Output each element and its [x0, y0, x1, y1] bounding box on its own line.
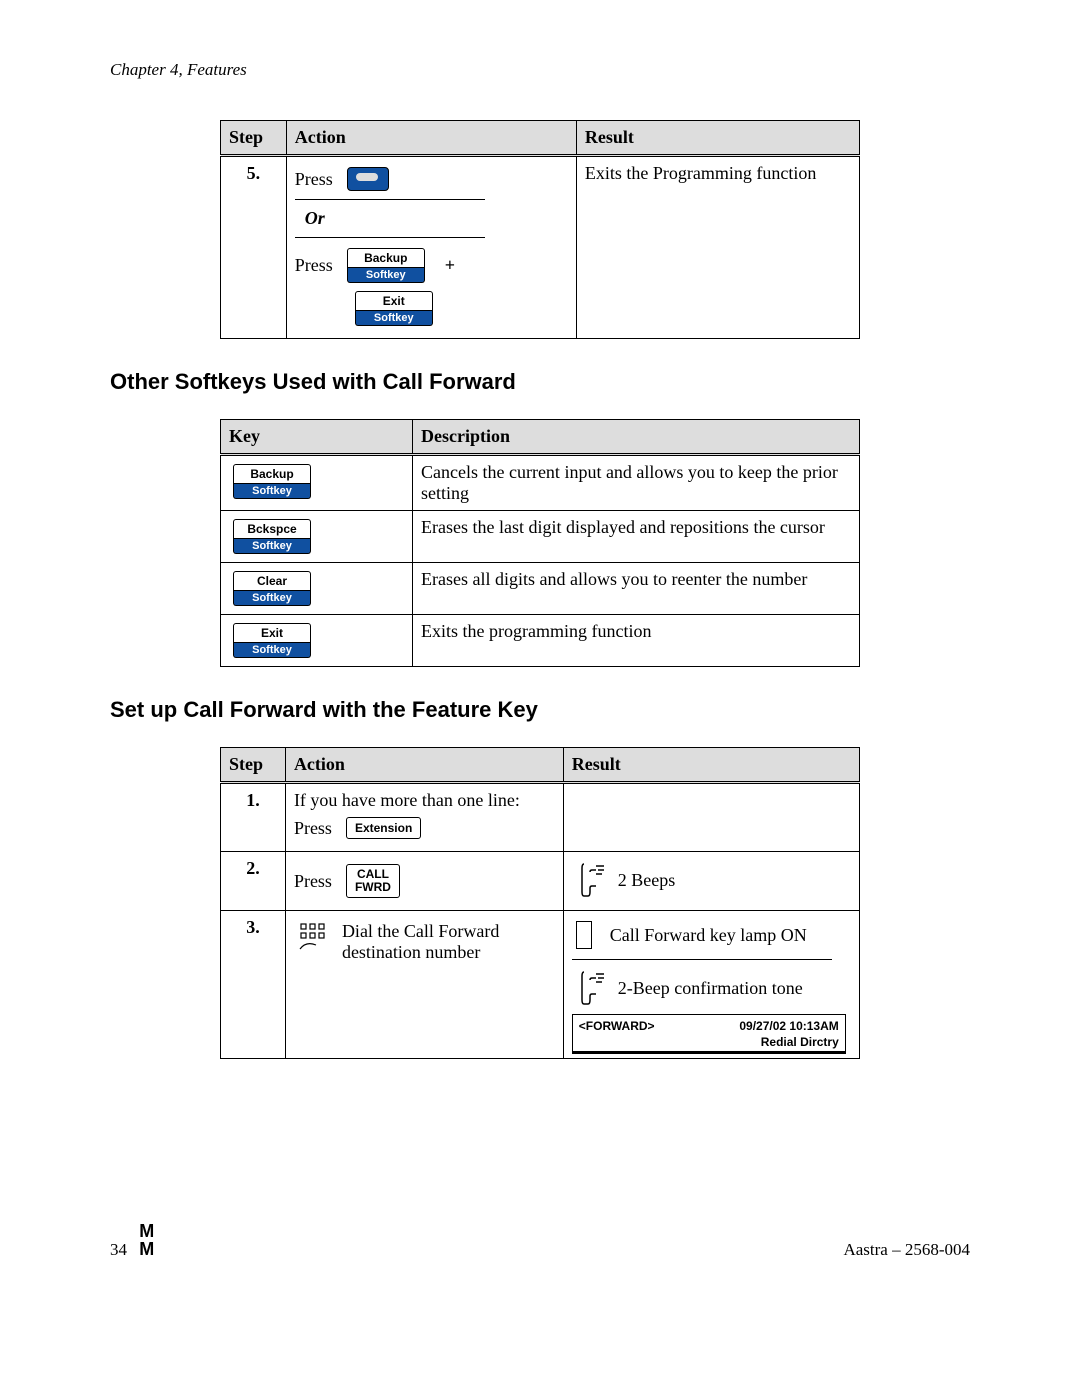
softkey-table: Key Description BackupSoftkey Cancels th… [220, 419, 860, 667]
table-row: 5. Press Or Press Backup [221, 156, 860, 339]
keypad-icon [298, 921, 328, 951]
table-row: ExitSoftkey Exits the programming functi… [221, 615, 860, 667]
exit-softkey: ExitSoftkey [233, 623, 311, 658]
or-label: Or [305, 208, 568, 229]
section-heading: Other Softkeys Used with Call Forward [110, 369, 970, 395]
table-row: BckspceSoftkey Erases the last digit dis… [221, 511, 860, 563]
bckspce-softkey: BckspceSoftkey [233, 519, 311, 554]
desc-cell: Cancels the current input and allows you… [413, 455, 860, 511]
exit-softkey: Exit Softkey [355, 291, 433, 326]
table-row: 3. Dial the Call Forward de [221, 911, 860, 1059]
chapter-header: Chapter 4, Features [110, 60, 970, 80]
result-text: Call Forward key lamp ON [610, 925, 807, 946]
result-cell [563, 783, 859, 852]
table-row: 2. Press CALLFWRD 2 Beeps [221, 852, 860, 911]
table-row: 1. If you have more than one line: Press… [221, 783, 860, 852]
lcd-line2: Redial Dirctry [579, 1035, 839, 1049]
header-desc: Description [413, 420, 860, 455]
header-key: Key [221, 420, 413, 455]
press-label: Press [294, 818, 332, 839]
action-text: Dial the Call Forward destination number [342, 921, 555, 963]
lcd-right: 09/27/02 10:13AM [739, 1019, 838, 1033]
lcd-left: <FORWARD> [579, 1019, 655, 1033]
result-text: 2 Beeps [618, 870, 676, 891]
result-text: 2-Beep confirmation tone [618, 978, 803, 999]
result-cell: Exits the Programming function [576, 156, 859, 339]
backup-softkey: BackupSoftkey [233, 464, 311, 499]
step-number: 2. [221, 852, 286, 911]
header-result: Result [576, 121, 859, 156]
step-table-2: Step Action Result 1. If you have more t… [220, 747, 860, 1059]
press-label: Press [295, 255, 333, 276]
page-number: 34 [110, 1240, 127, 1259]
desc-cell: Exits the programming function [413, 615, 860, 667]
desc-cell: Erases all digits and allows you to reen… [413, 563, 860, 615]
extension-key: Extension [346, 817, 421, 839]
handset-icon [576, 970, 606, 1006]
clear-softkey: ClearSoftkey [233, 571, 311, 606]
lamp-icon [576, 921, 592, 949]
step-number: 3. [221, 911, 286, 1059]
section-heading: Set up Call Forward with the Feature Key [110, 697, 970, 723]
header-step: Step [221, 748, 286, 783]
header-action: Action [285, 748, 563, 783]
hookswitch-icon [347, 167, 389, 191]
handset-icon [576, 862, 606, 898]
press-label: Press [295, 169, 333, 190]
page-footer: 34 MM Aastra – 2568-004 [110, 1222, 970, 1260]
desc-cell: Erases the last digit displayed and repo… [413, 511, 860, 563]
table-row: ClearSoftkey Erases all digits and allow… [221, 563, 860, 615]
header-result: Result [563, 748, 859, 783]
backup-softkey: Backup Softkey [347, 248, 425, 283]
lcd-display: <FORWARD> 09/27/02 10:13AM Redial Dirctr… [572, 1014, 846, 1052]
step-number: 1. [221, 783, 286, 852]
header-action: Action [286, 121, 576, 156]
step-table-1: Step Action Result 5. Press Or [220, 120, 860, 339]
table-row: BackupSoftkey Cancels the current input … [221, 455, 860, 511]
call-fwrd-key: CALLFWRD [346, 864, 400, 898]
press-label: Press [294, 871, 332, 892]
action-text: If you have more than one line: [294, 790, 555, 811]
step-number: 5. [221, 156, 287, 339]
doc-id: Aastra – 2568-004 [843, 1240, 970, 1260]
plus-icon: + [445, 255, 455, 276]
header-step: Step [221, 121, 287, 156]
logo: MM [139, 1222, 154, 1258]
